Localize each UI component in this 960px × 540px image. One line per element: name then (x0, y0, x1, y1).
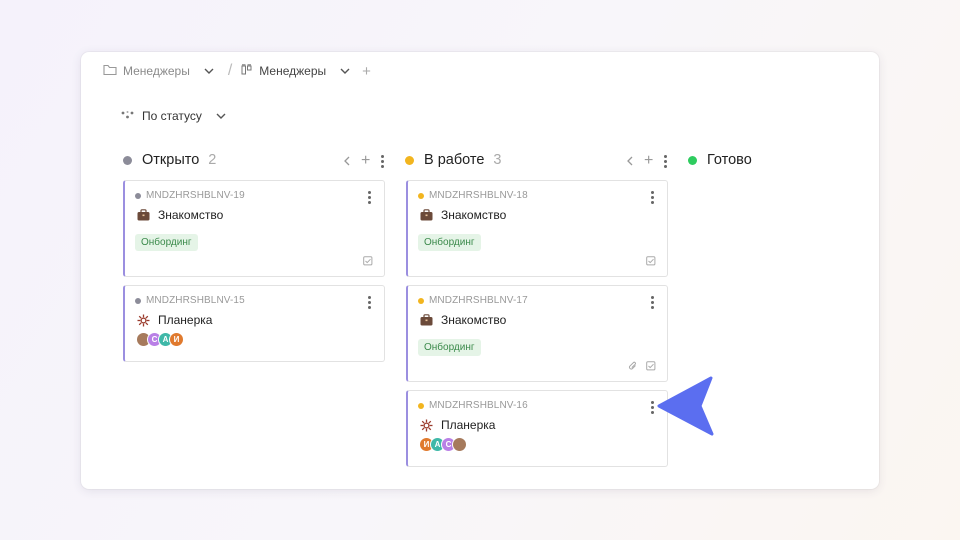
checklist-icon (646, 256, 656, 266)
task-card[interactable]: MNDZHRSHBLNV-16 Планерка И А С (406, 390, 668, 467)
task-key: MNDZHRSHBLNV-15 (135, 295, 245, 306)
status-dot (135, 297, 141, 304)
tag-badge: Онбординг (418, 234, 481, 251)
task-card[interactable]: MNDZHRSHBLNV-18 Знакомство Онбординг (406, 180, 668, 277)
task-key: MNDZHRSHBLNV-19 (135, 190, 245, 201)
status-dot (418, 402, 424, 409)
column-tools-in-progress: + (626, 152, 667, 170)
task-title-label: Планерка (441, 418, 496, 432)
avatar[interactable] (452, 437, 467, 452)
avatar[interactable]: И (169, 332, 184, 347)
task-title: Знакомство (420, 313, 506, 327)
breadcrumb: Менеджеры / Менеджеры + (103, 62, 371, 80)
column-tools-open: + (343, 152, 384, 170)
task-key: MNDZHRSHBLNV-18 (418, 190, 528, 201)
task-key: MNDZHRSHBLNV-16 (418, 400, 528, 411)
add-card-button[interactable]: + (361, 152, 370, 170)
briefcase-icon (137, 209, 150, 221)
status-dot (135, 192, 141, 199)
task-key-label: MNDZHRSHBLNV-15 (146, 295, 245, 306)
breadcrumb-board[interactable]: Менеджеры (241, 63, 352, 79)
card-menu-icon[interactable] (650, 401, 654, 414)
card-footer (363, 256, 373, 266)
group-icon (121, 109, 134, 123)
task-key-label: MNDZHRSHBLNV-18 (429, 190, 528, 201)
card-menu-icon[interactable] (650, 296, 654, 309)
add-board-button[interactable]: + (362, 63, 371, 80)
column-header-open: Открыто 2 (123, 150, 216, 170)
briefcase-icon (420, 209, 433, 221)
folder-icon (103, 64, 117, 79)
tag-badge: Онбординг (418, 339, 481, 356)
add-card-button[interactable]: + (644, 152, 653, 170)
task-title-label: Планерка (158, 313, 213, 327)
checklist-icon (646, 361, 656, 371)
breadcrumb-folder-label: Менеджеры (123, 64, 190, 78)
column-title: В работе (424, 152, 485, 168)
column-title: Открыто (142, 152, 200, 168)
pointer-arrow-icon (657, 376, 714, 436)
group-by-status-dropdown[interactable]: По статусу (121, 109, 228, 123)
status-dot (418, 297, 424, 304)
task-title: Планерка (420, 418, 495, 432)
assignee-avatars: С А И (136, 332, 184, 347)
task-title-label: Знакомство (441, 313, 507, 327)
collapse-left-icon[interactable] (626, 156, 634, 166)
meeting-icon (420, 419, 433, 431)
board-window: Менеджеры / Менеджеры + По статусу Откры… (81, 52, 879, 489)
chevron-down-icon[interactable] (338, 64, 352, 78)
card-footer (646, 256, 656, 266)
paperclip-icon (629, 361, 636, 370)
meeting-icon (137, 314, 150, 326)
card-footer (628, 361, 656, 371)
column-title: Готово (707, 152, 752, 168)
task-key-label: MNDZHRSHBLNV-17 (429, 295, 528, 306)
status-dot (123, 155, 132, 165)
task-card[interactable]: MNDZHRSHBLNV-19 Знакомство Онбординг (123, 180, 385, 277)
breadcrumb-folder[interactable]: Менеджеры (103, 64, 216, 79)
briefcase-icon (420, 314, 433, 326)
chevron-down-icon (216, 113, 226, 119)
task-title-label: Знакомство (441, 208, 507, 222)
card-menu-icon[interactable] (650, 191, 654, 204)
task-title: Планерка (137, 313, 212, 327)
status-dot (688, 155, 697, 165)
board-icon (241, 63, 253, 79)
task-title-label: Знакомство (158, 208, 224, 222)
column-header-in-progress: В работе 3 (405, 150, 502, 170)
status-dot (405, 155, 414, 165)
filter-label: По статусу (142, 109, 202, 123)
column-header-done: Готово (688, 150, 752, 170)
column-count: 3 (493, 152, 502, 168)
card-menu-icon[interactable] (367, 296, 371, 309)
task-title: Знакомство (420, 208, 506, 222)
breadcrumb-board-label: Менеджеры (259, 64, 327, 78)
column-count: 2 (208, 152, 217, 168)
task-key-label: MNDZHRSHBLNV-19 (146, 190, 245, 201)
tag-badge: Онбординг (135, 234, 198, 251)
card-menu-icon[interactable] (367, 191, 371, 204)
column-menu-icon[interactable] (663, 154, 667, 168)
task-key-label: MNDZHRSHBLNV-16 (429, 400, 528, 411)
assignee-avatars: И А С (419, 437, 467, 452)
collapse-left-icon[interactable] (343, 156, 351, 166)
status-dot (418, 192, 424, 199)
task-card[interactable]: MNDZHRSHBLNV-15 Планерка С А И (123, 285, 385, 362)
task-title: Знакомство (137, 208, 223, 222)
task-card[interactable]: MNDZHRSHBLNV-17 Знакомство Онбординг (406, 285, 668, 382)
column-menu-icon[interactable] (380, 154, 384, 168)
checklist-icon (363, 256, 373, 266)
chevron-down-icon[interactable] (202, 64, 216, 78)
task-key: MNDZHRSHBLNV-17 (418, 295, 528, 306)
breadcrumb-separator: / (227, 62, 233, 79)
